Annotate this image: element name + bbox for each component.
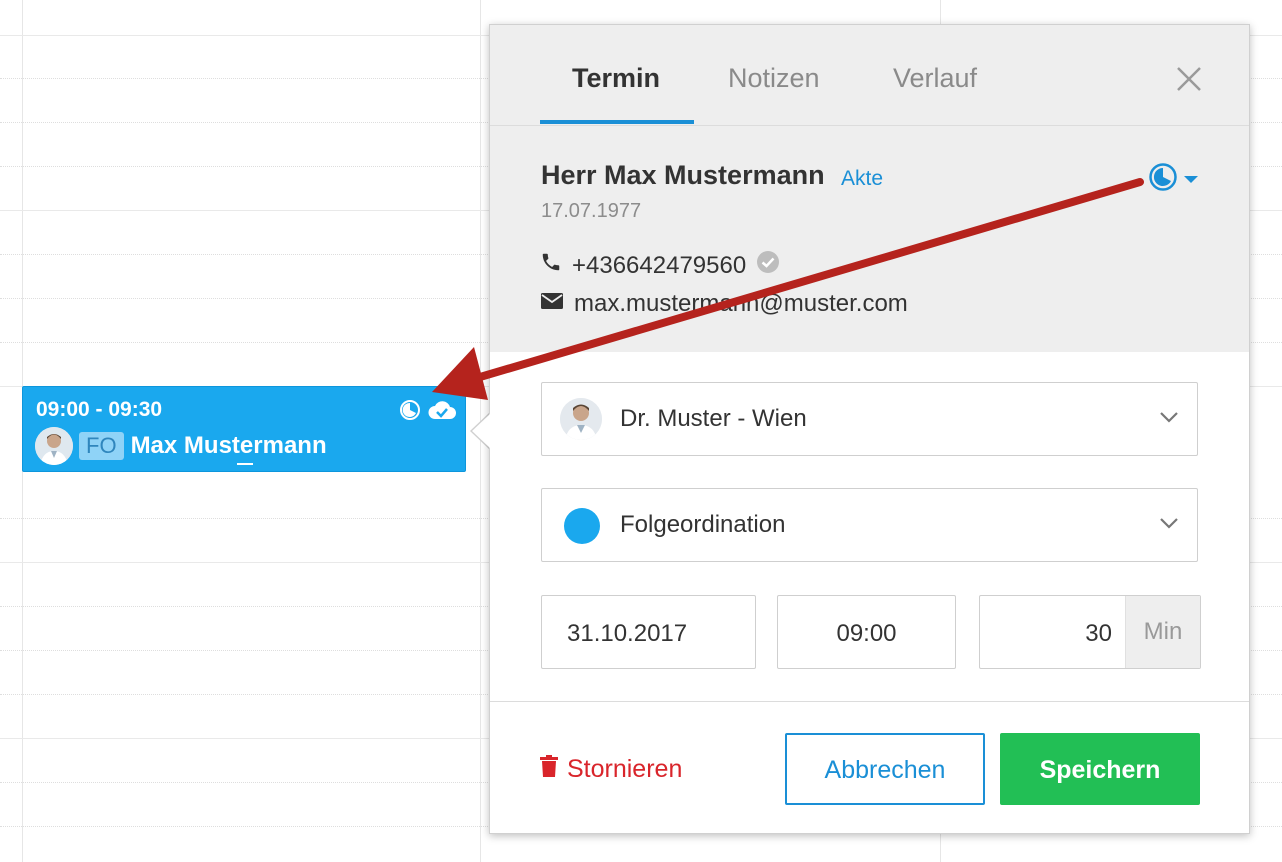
status-dropdown[interactable] [1148,162,1198,197]
appointment-time: 09:00 - 09:30 [36,398,163,421]
text-cursor [237,463,253,465]
tab-verlauf[interactable]: Verlauf [893,63,977,94]
close-icon[interactable] [1173,63,1205,95]
trash-icon [540,755,558,784]
avatar [560,398,602,440]
appointment-popover: Termin Notizen Verlauf Herr Max Musterma… [489,24,1250,834]
popover-tabs: Termin Notizen Verlauf [490,25,1249,126]
active-tab-indicator [540,120,694,124]
practitioner-value: Dr. Muster - Wien [620,405,807,432]
tab-notizen[interactable]: Notizen [728,63,820,94]
patient-name: Herr Max Mustermann [541,160,825,190]
cancel-appointment-label: Stornieren [567,755,683,783]
patient-birthdate: 17.07.1977 [541,200,642,222]
save-button[interactable]: Speichern [1000,733,1200,805]
avatar [35,427,73,465]
time-value: 09:00 [836,620,897,647]
status-clock-icon [1148,162,1178,197]
mail-icon [540,290,564,318]
popover-caret [472,413,491,449]
status-clock-icon [399,399,421,426]
patient-phone[interactable]: +436642479560 [572,252,746,280]
practitioner-select[interactable]: Dr. Muster - Wien [541,382,1198,456]
time-field[interactable]: 09:00 [777,595,956,669]
appointment-icons [399,399,457,426]
footer-divider [490,701,1249,702]
patient-phone-row: +436642479560 [540,250,780,281]
cloud-check-icon [427,399,457,426]
duration-field[interactable]: 30 Min [979,595,1201,669]
appointment-type-select[interactable]: Folgeordination [541,488,1198,562]
cancel-appointment-button[interactable]: Stornieren [540,755,682,784]
appointment-type-value: Folgeordination [620,511,786,538]
duration-unit: Min [1125,596,1200,668]
patient-record-link[interactable]: Akte [841,167,883,191]
appointment-type-badge: FO [79,432,124,460]
appointment-type-color-dot [564,508,600,544]
appointment-patient-row: FO Max Mustermann [35,427,327,465]
appointment-patient-name: Max Mustermann [130,432,327,459]
patient-email-row: max.mustermann@muster.com [540,290,908,318]
date-field[interactable]: 31.10.2017 [541,595,756,669]
chevron-down-icon [1159,410,1179,428]
popover-header: Termin Notizen Verlauf Herr Max Musterma… [490,25,1249,352]
caret-down-icon [1184,171,1198,189]
patient-email[interactable]: max.mustermann@muster.com [574,290,908,318]
duration-value: 30 [1085,620,1112,647]
date-value: 31.10.2017 [567,620,688,647]
abort-button[interactable]: Abbrechen [785,733,985,805]
phone-icon [540,251,562,280]
verified-check-icon [756,250,780,281]
tab-termin[interactable]: Termin [572,63,660,94]
chevron-down-icon [1159,516,1179,534]
appointment-card[interactable]: 09:00 - 09:30 FO Max Mustermann [22,386,466,472]
